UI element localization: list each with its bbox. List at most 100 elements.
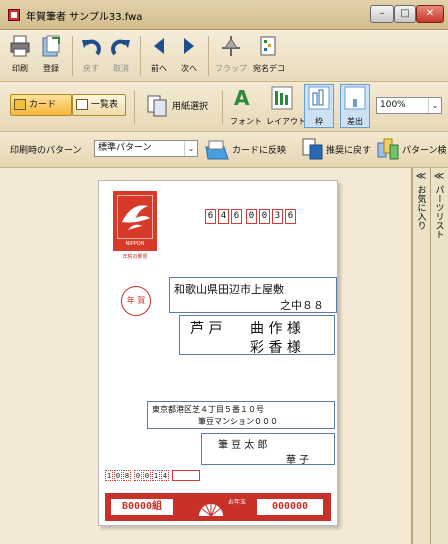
stamp-text: NIPPON xyxy=(125,241,145,247)
zoom-value: 100% xyxy=(380,100,406,110)
apply-to-card-button[interactable]: カードに反映 xyxy=(204,137,296,163)
frame-icon xyxy=(308,86,330,110)
paper-select-label: 用紙選択 xyxy=(172,102,209,112)
main-toolbar: 印刷 登録 戻す 取消 前へ 次へ フラップ 宛名デコ xyxy=(0,30,448,82)
maximize-button[interactable]: □ xyxy=(394,5,416,23)
layout-icon xyxy=(271,86,293,110)
nenga-mark: 年 賀 xyxy=(121,286,151,316)
close-button[interactable]: ✕ xyxy=(416,5,444,23)
list-view-toggle[interactable]: 一覧表 xyxy=(72,94,126,116)
collapse-chevron-icon: ≪ xyxy=(415,171,427,182)
undo-icon xyxy=(82,39,101,56)
flap-button[interactable]: フラップ xyxy=(214,34,248,74)
sender-postcode-digit: 0 xyxy=(134,470,142,481)
card-view-icon xyxy=(14,99,26,110)
address-deco-label: 宛名デコ xyxy=(253,64,285,73)
redo-label: 取消 xyxy=(113,64,129,73)
paper-select-button[interactable]: 用紙選択 xyxy=(146,92,216,120)
printer-icon xyxy=(10,35,30,57)
pattern-search-button[interactable]: パターン検 xyxy=(376,137,447,163)
postcode-digit: 0 xyxy=(246,209,257,224)
layout-button[interactable]: レイアウト xyxy=(266,85,306,127)
card-view-toggle[interactable]: カード xyxy=(10,94,72,116)
address-deco-button[interactable]: 宛名デコ xyxy=(250,34,288,74)
stamp-subtext: 年賀の郵便 xyxy=(122,254,148,260)
next-button[interactable]: 次へ xyxy=(176,34,202,74)
list-view-icon xyxy=(76,99,88,110)
font-icon: A xyxy=(234,86,250,110)
app-icon xyxy=(8,9,20,21)
print-pattern-select[interactable]: 標準パターン ⌄ xyxy=(94,140,198,157)
register-button[interactable]: 登録 xyxy=(36,34,66,74)
toolbar-divider xyxy=(140,36,141,76)
register-label: 登録 xyxy=(43,64,59,73)
restore-recommended-icon xyxy=(302,138,323,160)
svg-text:A: A xyxy=(234,86,250,110)
list-view-label: 一覧表 xyxy=(91,100,119,110)
fan-icon xyxy=(199,504,223,517)
favorites-tab[interactable]: ≪ お気に入り xyxy=(412,168,429,544)
frame-button[interactable]: 枠 xyxy=(304,84,334,128)
parts-list-label: パーツリスト xyxy=(433,185,444,239)
redo-icon xyxy=(111,39,130,56)
sender-label: 差出 xyxy=(347,117,363,126)
postcode-digit: 6 xyxy=(285,209,296,224)
toolbar-divider xyxy=(134,90,135,124)
postcode-digit: 6 xyxy=(205,209,216,224)
recipient-address-frame[interactable]: 和歌山県田辺市上屋敷 之中８８ xyxy=(169,277,337,313)
flap-icon xyxy=(222,36,240,56)
card-view-label: カード xyxy=(29,100,57,110)
stamp: NIPPON xyxy=(113,191,157,251)
postcard[interactable]: NIPPON 年賀の郵便 6 4 6 0 0 3 6 年 賀 和歌山県田辺市上屋… xyxy=(98,180,338,526)
side-panel-tabs: ≪ お気に入り ≪ パーツリスト xyxy=(412,168,448,544)
apply-to-card-label: カードに反映 xyxy=(232,146,287,156)
view-toolbar: カード 一覧表 用紙選択 A フォント レイアウト 枠 差出 100% ⌄ xyxy=(0,82,448,132)
apply-to-card-icon xyxy=(205,140,229,160)
parts-list-tab[interactable]: ≪ パーツリスト xyxy=(430,168,447,544)
sender-postcode-digit: 1 xyxy=(105,470,113,481)
lottery-band: B0000組 お年玉 000000 xyxy=(105,493,331,521)
redo-button[interactable]: 取消 xyxy=(108,34,134,74)
collapse-chevron-icon: ≪ xyxy=(433,171,445,182)
previous-button[interactable]: 前へ xyxy=(146,34,172,74)
title-bar: 年賀筆者 サンプル33.fwa – □ ✕ xyxy=(0,0,448,30)
sender-name-frame[interactable]: 筆 豆 太 郎 華 子 xyxy=(201,433,335,466)
restore-recommended-label: 推奨に戻す xyxy=(326,146,372,156)
minimize-button[interactable]: – xyxy=(370,5,394,23)
font-button[interactable]: A フォント xyxy=(230,85,262,127)
print-pattern-label: 印刷時のパターン xyxy=(10,146,82,156)
zoom-select[interactable]: 100% ⌄ xyxy=(376,97,442,114)
chevron-down-icon: ⌄ xyxy=(184,141,197,156)
previous-icon xyxy=(154,38,164,54)
flap-label: フラップ xyxy=(215,64,247,73)
sender-address-frame[interactable]: 東京都港区芝４丁目５番１０号 筆豆マンション０００ xyxy=(147,401,335,429)
sender-postcode-digit: 0 xyxy=(114,470,122,481)
sender-button[interactable]: 差出 xyxy=(340,84,370,128)
chevron-down-icon: ⌄ xyxy=(428,98,441,113)
print-label: 印刷 xyxy=(12,64,28,73)
toolbar-divider xyxy=(72,36,73,76)
recipient-postcode[interactable]: 6 4 6 0 0 3 6 xyxy=(205,209,298,224)
pattern-search-icon xyxy=(377,138,399,160)
print-pattern-value: 標準パターン xyxy=(98,143,152,153)
sender-name1: 筆 豆 太 郎 xyxy=(218,440,268,451)
undo-label: 戻す xyxy=(83,64,99,73)
crane-icon xyxy=(122,205,150,230)
sender-postcode-extra-box xyxy=(172,470,200,481)
recipient2-given-name: 彩 香 様 xyxy=(250,340,301,356)
sender-address1: 東京都港区芝４丁目５番１０号 xyxy=(152,405,264,414)
restore-recommended-button[interactable]: 推奨に戻す xyxy=(300,137,374,163)
recipient-name-frame[interactable]: 芦 戸 曲 作 様 彩 香 様 xyxy=(179,315,335,356)
undo-button[interactable]: 戻す xyxy=(78,34,104,74)
paper-select-icon xyxy=(147,95,167,117)
sender-address2: 筆豆マンション０００ xyxy=(198,417,278,426)
print-button[interactable]: 印刷 xyxy=(8,34,32,74)
previous-label: 前へ xyxy=(151,64,167,73)
next-label: 次へ xyxy=(181,64,197,73)
sender-postcode-digit: 1 xyxy=(152,470,160,481)
favorites-label: お気に入り xyxy=(415,185,426,230)
toolbar-divider xyxy=(222,90,223,124)
sender-postcode[interactable]: 1 0 8 0 0 1 4 xyxy=(105,470,200,481)
recipient1-given-name: 曲 作 様 xyxy=(250,321,301,337)
lottery-tag: お年玉 xyxy=(228,499,247,506)
